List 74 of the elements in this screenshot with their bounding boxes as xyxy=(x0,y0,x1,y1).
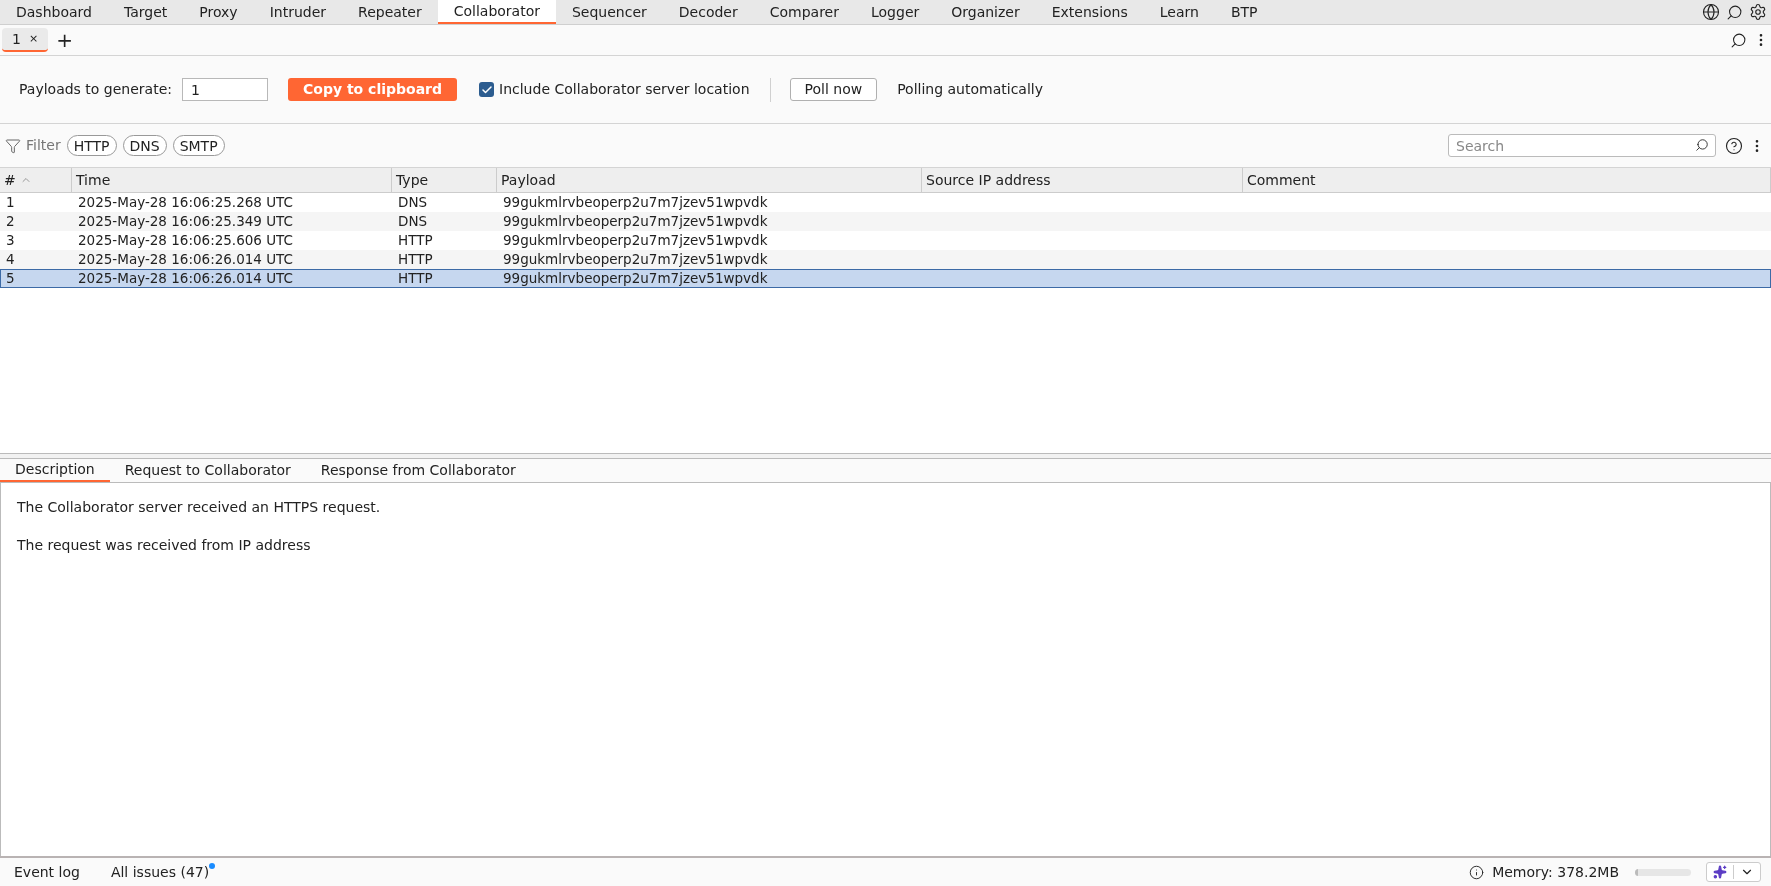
table-cell-text: 2025-May-28 16:06:25.268 UTC xyxy=(77,193,294,212)
main-tab[interactable]: BTP xyxy=(1214,0,1274,24)
main-tab[interactable]: Logger xyxy=(855,0,936,24)
table-row[interactable]: 4 2025-May-28 16:06:26.014 UTC HTTP 99gukmlrvbeoperp2u7m7jzev51wpvdk xyxy=(0,250,1771,269)
table-cell-text: 2025-May-28 16:06:25.606 UTC xyxy=(77,231,294,250)
table-cell-text: 2025-May-28 16:06:25.349 UTC xyxy=(77,212,294,231)
table-cell-text: HTTP xyxy=(397,250,434,269)
table-cell-text: 99gukmlrvbeoperp2u7m7jzev51wpvdk xyxy=(502,250,769,269)
main-tab[interactable]: Comparer xyxy=(753,0,855,24)
table-cell-text: 99gukmlrvbeoperp2u7m7jzev51wpvdk xyxy=(502,212,769,231)
filter-chip[interactable]: HTTP xyxy=(66,135,117,156)
add-tab-button[interactable]: + xyxy=(56,30,73,50)
description-text: The request was received from IP address xyxy=(17,536,312,555)
table-row[interactable]: 2 2025-May-28 16:06:25.349 UTC DNS 99gukmlrvbeoperp2u7m7jzev51wpvdk xyxy=(0,212,1771,231)
payloads-field[interactable]: 1 xyxy=(182,78,268,101)
search-field[interactable]: Search xyxy=(1448,134,1716,157)
main-tab[interactable]: Proxy xyxy=(183,0,254,24)
column-header[interactable]: # xyxy=(0,168,72,192)
column-header[interactable]: Type xyxy=(392,168,497,192)
main-tab[interactable]: Dashboard xyxy=(0,0,108,24)
search-icon[interactable] xyxy=(1695,138,1709,152)
table-cell-text: 2025-May-28 16:06:26.014 UTC xyxy=(77,269,294,288)
column-header[interactable]: Comment xyxy=(1243,168,1771,192)
polling-status: Polling automatically xyxy=(897,80,1043,99)
sparkle-icon[interactable] xyxy=(1713,865,1727,879)
table-cell-text: 2 xyxy=(5,212,16,231)
column-header[interactable]: Source IP address xyxy=(922,168,1243,192)
poll-now-button[interactable]: Poll now xyxy=(789,78,878,101)
main-tab[interactable]: Repeater xyxy=(342,0,438,24)
table-cell-text: 3 xyxy=(5,231,16,250)
main-tab[interactable]: Collaborator xyxy=(437,0,556,24)
table-cell-text: 4 xyxy=(5,250,16,269)
filter-chip[interactable]: SMTP xyxy=(172,135,225,156)
table-cell-text: 99gukmlrvbeoperp2u7m7jzev51wpvdk xyxy=(502,231,769,250)
ai-button[interactable] xyxy=(1706,862,1761,882)
main-tab[interactable]: Target xyxy=(107,0,184,24)
detail-tab[interactable]: Request to Collaborator xyxy=(109,459,306,482)
memory-label: Memory: 378.2MB xyxy=(1492,862,1619,882)
table-cell-text: 99gukmlrvbeoperp2u7m7jzev51wpvdk xyxy=(502,269,769,288)
payloads-label: Payloads to generate: xyxy=(19,80,172,99)
search-icon[interactable] xyxy=(1730,31,1747,49)
info-icon[interactable] xyxy=(1469,864,1485,880)
help-icon[interactable] xyxy=(1725,136,1743,155)
main-tab[interactable]: Decoder xyxy=(662,0,754,24)
column-header[interactable]: Time xyxy=(72,168,392,192)
all-issues-tab[interactable]: All issues (47) xyxy=(110,861,210,883)
description-text: The Collaborator server received an HTTPS request. xyxy=(17,498,382,517)
column-header[interactable]: Payload xyxy=(497,168,922,192)
main-tab[interactable]: Organizer xyxy=(935,0,1036,24)
main-tab[interactable]: Sequencer xyxy=(556,0,663,24)
table-cell-text: 99gukmlrvbeoperp2u7m7jzev51wpvdk xyxy=(502,193,769,212)
detail-tab[interactable]: Response from Collaborator xyxy=(305,459,531,482)
filter-icon[interactable] xyxy=(5,137,21,154)
table-cell-text: HTTP xyxy=(397,269,434,288)
table-cell-text: HTTP xyxy=(397,231,434,250)
table-cell-text: DNS xyxy=(397,212,429,231)
main-tab[interactable]: Learn xyxy=(1143,0,1215,24)
close-icon[interactable]: × xyxy=(28,30,39,48)
event-log-tab[interactable]: Event log xyxy=(14,861,80,883)
table-cell-text: DNS xyxy=(397,193,429,212)
sub-tab[interactable]: 1 × xyxy=(2,28,49,52)
globe-icon[interactable] xyxy=(1702,3,1720,21)
main-tab[interactable]: Extensions xyxy=(1035,0,1144,24)
settings-icon[interactable] xyxy=(1749,3,1767,21)
filter-label[interactable]: Filter xyxy=(26,135,61,156)
checkbox[interactable] xyxy=(479,82,495,97)
table-cell-text: 2025-May-28 16:06:26.014 UTC xyxy=(77,250,294,269)
table-row[interactable]: 5 2025-May-28 16:06:26.014 UTC HTTP 99gukmlrvbeoperp2u7m7jzev51wpvdk xyxy=(0,269,1771,288)
table-cell-text: 1 xyxy=(5,193,16,212)
search-icon[interactable] xyxy=(1726,3,1743,21)
main-tab[interactable]: Intruder xyxy=(253,0,343,24)
table-cell-text: 5 xyxy=(5,269,16,288)
filter-chip[interactable]: DNS xyxy=(122,135,167,156)
include-location-label: Include Collaborator server location xyxy=(499,80,750,99)
